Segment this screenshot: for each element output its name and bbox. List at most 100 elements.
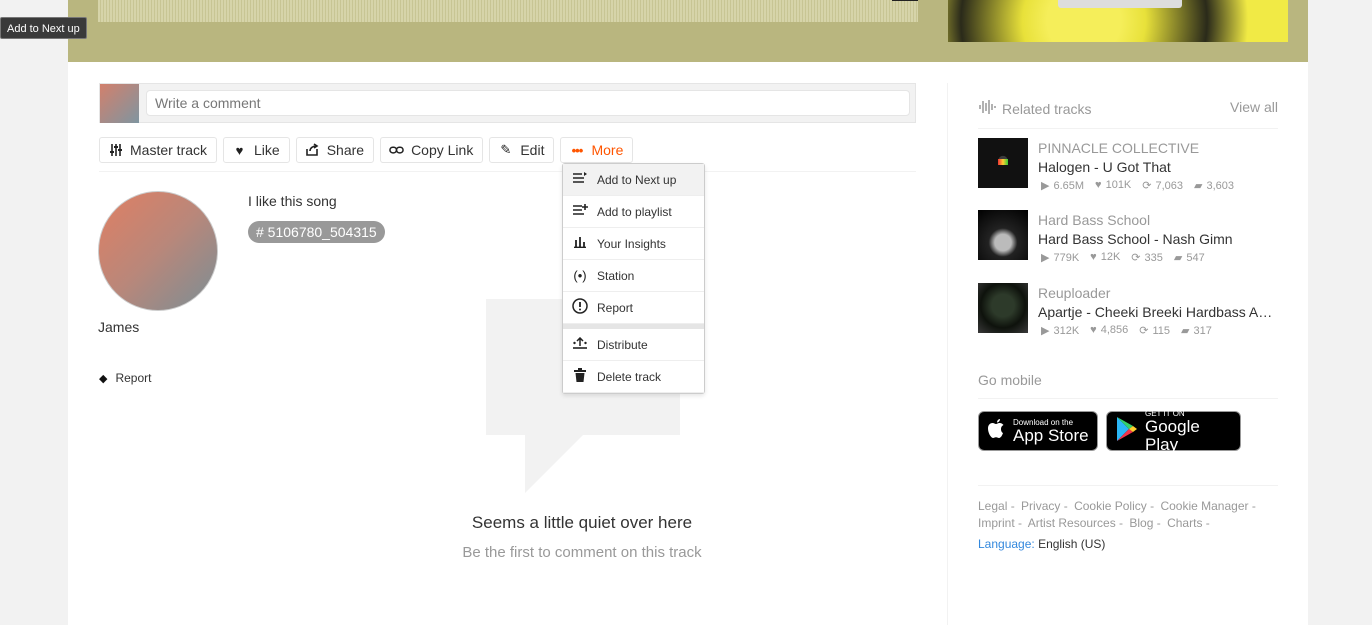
track-actions: Master track ♥ Like Share Copy Link ✎ Ed… <box>99 137 634 163</box>
comments-count: 547 <box>1186 252 1205 264</box>
menu-station[interactable]: (•) Station <box>563 260 704 292</box>
footer-link-cookie-manager[interactable]: Cookie Manager - <box>1160 499 1255 513</box>
track-tag[interactable]: # 5106780_504315 <box>248 221 385 243</box>
next-up-icon <box>572 172 588 187</box>
related-track-artwork[interactable] <box>978 138 1028 188</box>
empty-comments-bubble-tail <box>525 435 583 493</box>
related-track[interactable]: PINNACLE COLLECTIVE Halogen - U Got That… <box>978 138 1278 192</box>
related-track-artwork[interactable] <box>978 210 1028 260</box>
share-button[interactable]: Share <box>295 137 375 163</box>
related-track[interactable]: Reuploader Apartje - Cheeki Breeki Hardb… <box>978 283 1278 337</box>
google-play-big-text: Google Play <box>1145 416 1200 454</box>
footer-link-blog[interactable]: Blog - <box>1129 516 1160 530</box>
related-track-stats: ▶ 312K ♥ 4,856 ⟳ 115 ▰ 317 <box>1041 324 1212 337</box>
comments-stat: ▰ 3,603 <box>1194 179 1234 192</box>
footer-link-artist-resources[interactable]: Artist Resources - <box>1028 516 1123 530</box>
heart-icon: ♥ <box>1090 251 1097 263</box>
menu-add-to-next-up[interactable]: Add to Next up <box>563 164 704 196</box>
view-all-link[interactable]: View all <box>1230 99 1278 118</box>
likes-count: 12K <box>1100 251 1121 263</box>
more-button[interactable]: ••• More <box>560 137 634 163</box>
footer-link-legal[interactable]: Legal - <box>978 499 1015 513</box>
language-value: English (US) <box>1038 537 1106 551</box>
plays-count: 312K <box>1053 325 1080 337</box>
menu-distribute[interactable]: Distribute <box>563 329 704 361</box>
related-track-artist[interactable]: Hard Bass School <box>1038 212 1150 228</box>
link-icon <box>389 143 404 158</box>
footer-divider <box>978 485 1278 486</box>
reposts-count: 115 <box>1152 325 1170 337</box>
apple-icon <box>987 418 1007 445</box>
share-label: Share <box>326 142 365 158</box>
footer-link-privacy[interactable]: Privacy - <box>1021 499 1068 513</box>
distribute-icon <box>572 336 588 352</box>
reposts-count: 7,063 <box>1155 180 1184 192</box>
report-flag-icon: ◆ <box>99 372 108 385</box>
menu-your-insights-label: Your Insights <box>597 236 666 251</box>
reposts-count: 335 <box>1144 252 1163 264</box>
plays-count: 779K <box>1053 252 1080 264</box>
reposts-stat: ⟳ 7,063 <box>1142 179 1183 192</box>
go-mobile-title: Go mobile <box>978 372 1278 399</box>
track-artwork[interactable] <box>948 0 1288 42</box>
comment-input[interactable] <box>146 90 910 116</box>
plays-stat: ▶ 312K <box>1041 324 1079 337</box>
copy-link-button[interactable]: Copy Link <box>380 137 484 163</box>
menu-add-to-playlist[interactable]: Add to playlist <box>563 196 704 228</box>
plays-count: 6.65M <box>1053 180 1085 192</box>
uploader-report-link[interactable]: ◆ Report <box>99 371 152 385</box>
heart-icon: ♥ <box>1095 179 1102 191</box>
app-store-button[interactable]: Download on the App Store <box>978 411 1098 451</box>
related-track-artist[interactable]: PINNACLE COLLECTIVE <box>1038 140 1199 156</box>
menu-report-label: Report <box>597 300 634 315</box>
comment-avatar <box>100 84 139 123</box>
likes-stat: ♥ 101K <box>1095 179 1131 192</box>
track-header <box>68 0 1308 62</box>
menu-add-to-playlist-label: Add to playlist <box>597 204 672 219</box>
like-button[interactable]: ♥ Like <box>223 137 290 163</box>
related-track-title[interactable]: Apartje - Cheeki Breeki Hardbass A… <box>1038 304 1274 320</box>
tooltip: Add to Next up <box>0 17 87 39</box>
footer-link-cookie-policy[interactable]: Cookie Policy - <box>1074 499 1154 513</box>
google-play-icon <box>1115 416 1139 447</box>
edit-button[interactable]: ✎ Edit <box>489 137 555 163</box>
likes-count: 101K <box>1105 179 1132 191</box>
share-icon <box>305 143 320 158</box>
google-play-button[interactable]: GET IT ON Google Play <box>1106 409 1241 454</box>
related-track-stats: ▶ 779K ♥ 12K ⟳ 335 ▰ 547 <box>1041 251 1205 264</box>
related-track-title[interactable]: Halogen - U Got That <box>1038 159 1274 175</box>
play-icon: ▶ <box>1041 180 1050 192</box>
play-icon: ▶ <box>1041 325 1050 337</box>
related-track-title[interactable]: Hard Bass School - Nash Gimn <box>1038 231 1274 247</box>
empty-comments-title: Seems a little quiet over here <box>471 513 693 532</box>
menu-station-label: Station <box>597 268 635 283</box>
language-label: Language: <box>978 537 1035 551</box>
menu-delete-track[interactable]: Delete track <box>563 361 704 393</box>
footer-link-imprint[interactable]: Imprint - <box>978 516 1022 530</box>
repost-icon: ⟳ <box>1139 325 1149 337</box>
comments-stat: ▰ 317 <box>1181 324 1212 337</box>
language-selector[interactable]: Language: English (US) <box>978 537 1105 551</box>
like-label: Like <box>254 142 280 158</box>
uploader-avatar[interactable] <box>98 191 218 311</box>
menu-add-to-next-up-label: Add to Next up <box>597 172 677 187</box>
menu-report[interactable]: Report <box>563 292 704 324</box>
master-track-label: Master track <box>130 142 208 158</box>
more-label: More <box>591 142 624 158</box>
waveform[interactable] <box>98 0 918 22</box>
waveform-bars-icon <box>978 99 996 118</box>
footer-link-charts[interactable]: Charts - <box>1167 516 1210 530</box>
master-track-button[interactable]: Master track <box>99 137 218 163</box>
related-track[interactable]: Hard Bass School Hard Bass School - Nash… <box>978 210 1278 264</box>
uploader-name[interactable]: James <box>98 319 139 335</box>
comment-icon: ▰ <box>1194 180 1203 192</box>
track-description: I like this song <box>248 193 337 209</box>
menu-your-insights[interactable]: Your Insights <box>563 228 704 260</box>
report-icon <box>572 298 588 317</box>
related-track-artwork[interactable] <box>978 283 1028 333</box>
more-menu: Add to Next up Add to playlist Your Insi… <box>562 163 705 394</box>
sliders-icon <box>108 143 123 158</box>
footer-links: Legal - Privacy - Cookie Policy - Cookie… <box>978 498 1278 532</box>
reposts-stat: ⟳ 115 <box>1139 324 1170 337</box>
related-track-artist[interactable]: Reuploader <box>1038 285 1110 301</box>
